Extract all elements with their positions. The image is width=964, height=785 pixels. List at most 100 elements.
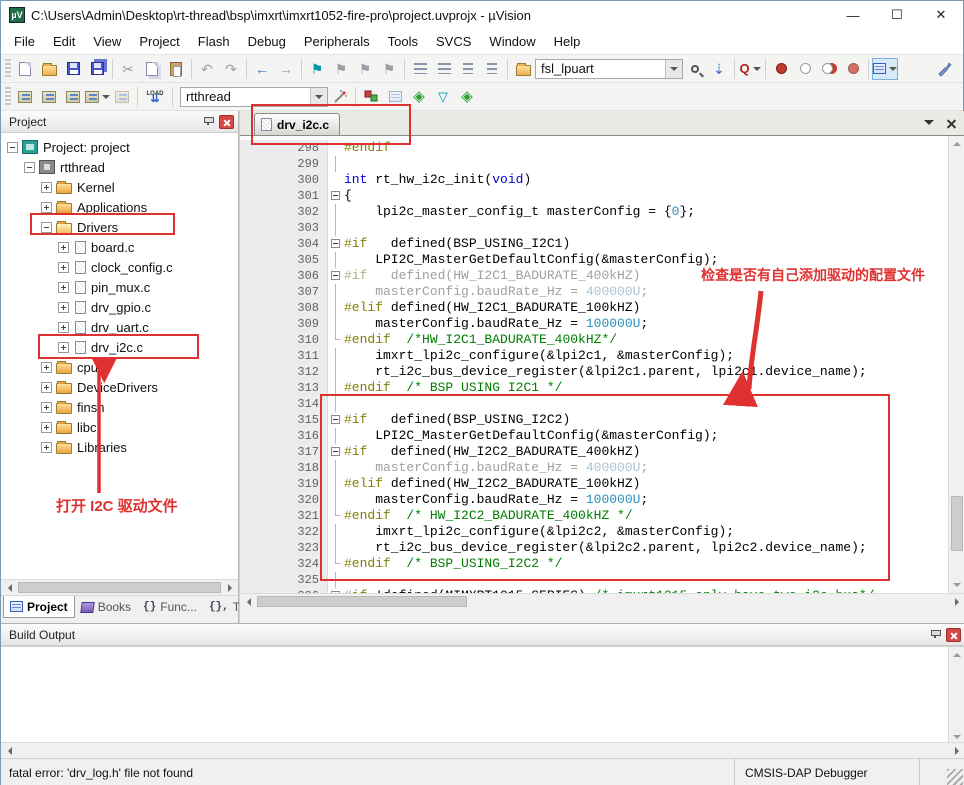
fold-margin[interactable] <box>328 556 344 572</box>
save-all-button[interactable] <box>85 58 109 80</box>
build-button[interactable] <box>37 86 61 108</box>
fold-margin[interactable] <box>328 172 344 188</box>
fold-margin[interactable] <box>328 540 344 556</box>
undo-button[interactable]: ↶ <box>195 58 219 80</box>
code-line-314[interactable]: 314 <box>240 396 964 412</box>
tree-item-rtthread[interactable]: rtthread <box>1 157 238 177</box>
scroll-up-button[interactable] <box>949 136 964 151</box>
build-output-vscrollbar[interactable] <box>948 647 964 745</box>
fold-margin[interactable] <box>328 268 344 284</box>
maximize-button[interactable]: ☐ <box>875 2 919 29</box>
tree-item-kernel[interactable]: Kernel <box>1 177 238 197</box>
build-output-close-button[interactable] <box>946 628 961 642</box>
tree-item-drv-uart-c[interactable]: drv_uart.c <box>1 317 238 337</box>
menu-tools[interactable]: Tools <box>379 30 427 53</box>
menu-flash[interactable]: Flash <box>189 30 239 53</box>
scroll-right-button[interactable] <box>949 594 964 609</box>
code-line-307[interactable]: 307 masterConfig.baudRate_Hz = 400000U; <box>240 284 964 300</box>
expand-icon[interactable] <box>58 302 69 313</box>
code-line-306[interactable]: 306#if defined(HW_I2C1_BADURATE_400kHZ) <box>240 268 964 284</box>
tree-item-project-project[interactable]: Project: project <box>1 137 238 157</box>
window-layout-button[interactable] <box>872 58 898 80</box>
debug-session-button[interactable] <box>359 86 383 108</box>
code-line-325[interactable]: 325 <box>240 572 964 588</box>
bookmark-toggle-button[interactable]: ⚑ <box>305 58 329 80</box>
tree-item-libc[interactable]: libc <box>1 417 238 437</box>
expand-icon[interactable] <box>58 342 69 353</box>
code-line-298[interactable]: 298#endif <box>240 140 964 156</box>
code-line-319[interactable]: 319#elif defined(HW_I2C2_BADURATE_100kHZ… <box>240 476 964 492</box>
fold-collapse-icon[interactable] <box>331 239 340 248</box>
fold-collapse-icon[interactable] <box>331 447 340 456</box>
download-button[interactable]: LOAD ⇊ <box>141 86 169 108</box>
new-file-button[interactable] <box>13 58 37 80</box>
fold-collapse-icon[interactable] <box>331 271 340 280</box>
code-line-304[interactable]: 304#if defined(BSP_USING_I2C1) <box>240 236 964 252</box>
fold-margin[interactable] <box>328 316 344 332</box>
project-panel-close-button[interactable] <box>219 115 234 129</box>
collapse-icon[interactable] <box>7 142 18 153</box>
fold-margin[interactable] <box>328 572 344 588</box>
tree-item-pin-mux-c[interactable]: pin_mux.c <box>1 277 238 297</box>
paste-button[interactable] <box>164 58 188 80</box>
tree-item-clock-config-c[interactable]: clock_config.c <box>1 257 238 277</box>
menu-svcs[interactable]: SVCS <box>427 30 480 53</box>
cut-button[interactable]: ✂ <box>116 58 140 80</box>
pack-installer-button[interactable]: ◈ <box>407 86 431 108</box>
panel-tab-project[interactable]: Project <box>3 596 75 618</box>
unindent-button[interactable] <box>432 58 456 80</box>
toolbar-drag-handle[interactable] <box>5 59 11 79</box>
panel-tab-books[interactable]: Books <box>75 596 137 618</box>
debug-windows-button[interactable] <box>383 86 407 108</box>
menu-edit[interactable]: Edit <box>44 30 84 53</box>
find-in-files-button[interactable] <box>683 58 707 80</box>
fold-margin[interactable] <box>328 364 344 380</box>
menu-peripherals[interactable]: Peripherals <box>295 30 379 53</box>
scroll-left-button[interactable] <box>1 743 17 758</box>
fold-margin[interactable] <box>328 428 344 444</box>
code-line-310[interactable]: 310#endif /*HW_I2C1_BADURATE_400kHZ*/ <box>240 332 964 348</box>
search-combo[interactable]: fsl_lpuart <box>535 59 683 79</box>
target-combo[interactable]: rtthread <box>180 87 328 107</box>
build-output-body[interactable] <box>1 646 964 742</box>
tree-item-applications[interactable]: Applications <box>1 197 238 217</box>
minimize-button[interactable]: — <box>831 2 875 29</box>
fold-margin[interactable] <box>328 476 344 492</box>
resize-grip[interactable] <box>947 769 963 785</box>
menu-file[interactable]: File <box>5 30 44 53</box>
fold-margin[interactable] <box>328 220 344 236</box>
code-line-323[interactable]: 323 rt_i2c_bus_device_register(&lpi2c2.p… <box>240 540 964 556</box>
options-for-target-button[interactable] <box>328 86 352 108</box>
tab-list-dropdown[interactable] <box>924 120 934 130</box>
bookmark-clear-all-button[interactable]: ⚑ <box>377 58 401 80</box>
menu-window[interactable]: Window <box>480 30 544 53</box>
scroll-thumb[interactable] <box>951 496 963 551</box>
bookmark-prev-button[interactable]: ⚑ <box>329 58 353 80</box>
scroll-thumb[interactable] <box>18 582 221 593</box>
code-line-317[interactable]: 317#if defined(HW_I2C2_BADURATE_400kHZ) <box>240 444 964 460</box>
rebuild-all-button[interactable] <box>61 86 85 108</box>
navigate-forward-button[interactable]: → <box>274 58 298 80</box>
fold-margin[interactable] <box>328 508 344 524</box>
project-hscrollbar[interactable] <box>1 579 238 595</box>
code-editor[interactable]: 298#endif299300int rt_hw_i2c_init(void)3… <box>240 136 964 593</box>
panel-tab-functions[interactable]: {}Func... <box>137 596 203 618</box>
fold-margin[interactable] <box>328 460 344 476</box>
menu-project[interactable]: Project <box>130 30 188 53</box>
configure-tools-button[interactable] <box>933 58 957 80</box>
code-line-312[interactable]: 312 rt_i2c_bus_device_register(&lpi2c1.p… <box>240 364 964 380</box>
expand-icon[interactable] <box>41 382 52 393</box>
fold-margin[interactable] <box>328 140 344 156</box>
build-output-hscrollbar[interactable] <box>1 742 964 758</box>
toolbar-drag-handle[interactable] <box>5 87 11 107</box>
tree-item-board-c[interactable]: board.c <box>1 237 238 257</box>
fold-margin[interactable] <box>328 236 344 252</box>
scroll-down-button[interactable] <box>949 578 964 593</box>
pin-icon[interactable] <box>201 115 215 129</box>
menu-help[interactable]: Help <box>545 30 590 53</box>
navigate-back-button[interactable]: ← <box>250 58 274 80</box>
scroll-right-button[interactable] <box>949 743 964 758</box>
expand-icon[interactable] <box>41 362 52 373</box>
quick-find-button[interactable]: Q <box>738 58 762 80</box>
kill-all-breakpoints-button[interactable] <box>841 58 865 80</box>
